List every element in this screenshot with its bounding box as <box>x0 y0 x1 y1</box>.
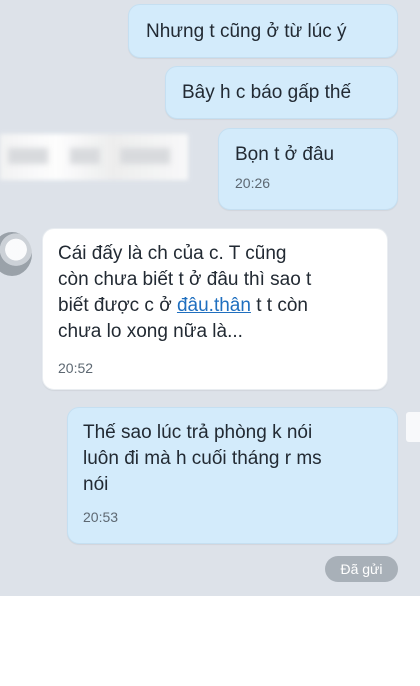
message-link[interactable]: đâu.thân <box>177 295 251 316</box>
message-text: Bây h c báo gấp thế <box>182 82 352 103</box>
blurred-text-fragment <box>120 148 170 164</box>
message-bubble-outgoing[interactable]: Bây h c báo gấp thế <box>165 66 398 119</box>
message-line: Cái đấy là ch của c. T cũng <box>58 243 287 264</box>
blurred-text-fragment <box>70 148 100 164</box>
message-timestamp: 20:52 <box>58 360 94 376</box>
message-line: còn chưa biết t ở đâu thì sao t <box>58 269 312 290</box>
message-text: Nhưng t cũng ở từ lúc ý <box>146 21 347 42</box>
message-bubble-outgoing[interactable]: Thế sao lúc trả phòng k nói luôn đi mà h… <box>67 407 398 544</box>
message-text: Bọn t ở đâu <box>235 144 335 165</box>
message-line: chưa lo xong nữa là... <box>58 321 243 342</box>
message-line: Thế sao lúc trả phòng k nói <box>83 422 313 443</box>
message-line: luôn đi mà h cuối tháng r ms <box>83 448 322 469</box>
message-timestamp: 20:26 <box>235 175 271 191</box>
message-bubble-outgoing[interactable]: Nhưng t cũng ở từ lúc ý <box>128 4 398 58</box>
message-line-text: t t còn <box>250 295 308 316</box>
side-element-peek <box>406 412 420 442</box>
blank-area <box>0 596 420 686</box>
message-bubble-incoming[interactable]: Cái đấy là ch của c. T cũng còn chưa biế… <box>42 228 388 390</box>
message-line-text: biết được c ở <box>58 295 177 316</box>
message-timestamp: 20:53 <box>83 509 119 525</box>
contact-avatar-icon[interactable] <box>0 232 32 276</box>
sent-status-badge: Đã gửi <box>325 556 398 582</box>
chat-area[interactable]: Nhưng t cũng ở từ lúc ý Bây h c báo gấp … <box>0 0 420 596</box>
blurred-text-fragment <box>8 148 48 164</box>
message-line: biết được c ở đâu.thân t t còn <box>58 293 387 319</box>
message-bubble-outgoing[interactable]: Bọn t ở đâu 20:26 <box>218 128 398 210</box>
message-line: nói <box>83 474 109 495</box>
